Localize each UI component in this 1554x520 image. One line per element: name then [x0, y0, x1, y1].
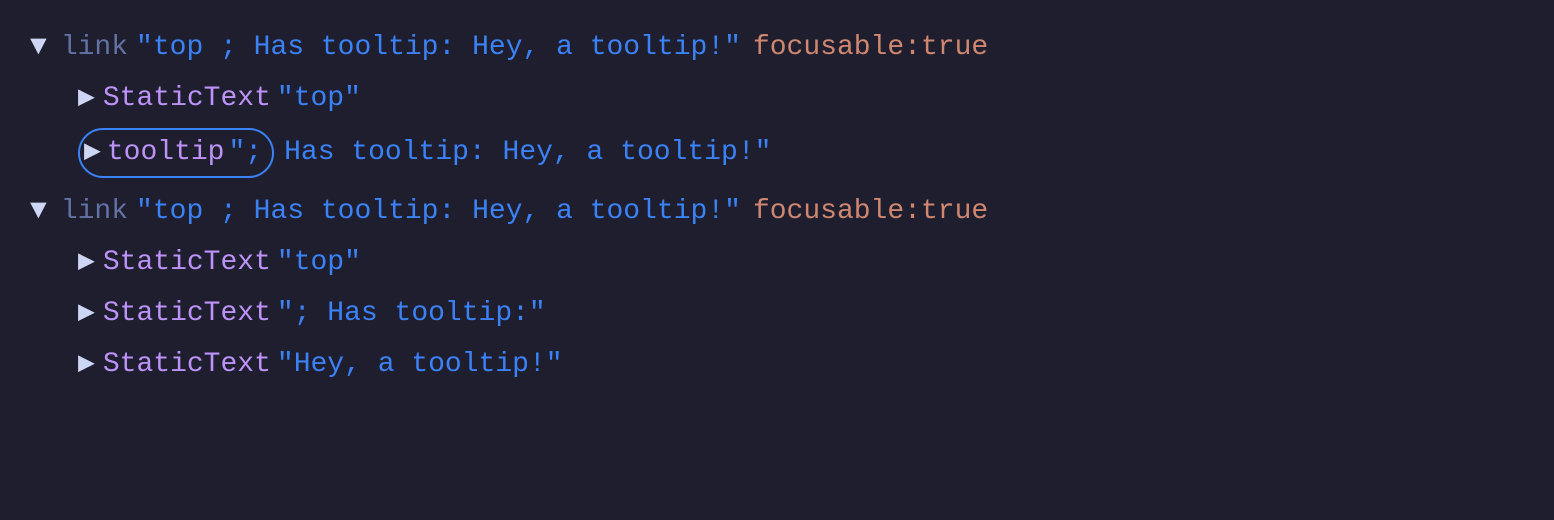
- tree-row-2-2: ▶ StaticText "top": [78, 241, 1524, 286]
- tree-node-2: ▼ link "top ; Has tooltip: Hey, a toolti…: [30, 190, 1524, 235]
- tree-node-1-3: ▶ tooltip "; Has tooltip: Hey, a tooltip…: [30, 128, 1524, 179]
- tooltip-circled-group: ▶ tooltip ";: [78, 128, 274, 179]
- node-value-2-4: "Hey, a tooltip!": [277, 343, 563, 388]
- tree-node-1: ▼ link "top ; Has tooltip: Hey, a toolti…: [30, 26, 1524, 71]
- prop-focusable-2: focusable:: [753, 190, 921, 235]
- node-type-extra: ";: [228, 131, 262, 176]
- tree-row-2-3: ▶ StaticText "; Has tooltip:": [78, 292, 1524, 337]
- node-type-link-2: link: [61, 190, 128, 235]
- prop-value-1: true: [921, 26, 988, 71]
- tree-node-2-3: ▶ StaticText "; Has tooltip:": [30, 292, 1524, 337]
- node-value-1-1: "top ; Has tooltip: Hey, a tooltip!": [136, 26, 741, 71]
- node-value-1-3: Has tooltip: Hey, a tooltip!": [284, 131, 771, 176]
- tree-row-1-1: ▼ link "top ; Has tooltip: Hey, a toolti…: [30, 26, 1524, 71]
- tree-node-2-2: ▶ StaticText "top": [30, 241, 1524, 286]
- node-value-2-3: "; Has tooltip:": [277, 292, 546, 337]
- tree-row-2-1: ▼ link "top ; Has tooltip: Hey, a toolti…: [30, 190, 1524, 235]
- node-value-2-2: "top": [277, 241, 361, 286]
- arrow-right-icon-1-2[interactable]: ▶: [78, 77, 95, 122]
- tree-row-1-2: ▶ StaticText "top": [78, 77, 1524, 122]
- arrow-right-icon-2-4[interactable]: ▶: [78, 343, 95, 388]
- arrow-down-icon-1[interactable]: ▼: [30, 26, 47, 71]
- node-type-tooltip: tooltip: [107, 131, 225, 176]
- tree-node-1-2: ▶ StaticText "top": [30, 77, 1524, 122]
- node-type-static-2-2: StaticText: [103, 241, 271, 286]
- node-type-static-2-4: StaticText: [103, 343, 271, 388]
- arrow-right-icon-2-3[interactable]: ▶: [78, 292, 95, 337]
- accessibility-tree: ▼ link "top ; Has tooltip: Hey, a toolti…: [30, 26, 1524, 388]
- tree-row-2-4: ▶ StaticText "Hey, a tooltip!": [78, 343, 1524, 388]
- arrow-down-icon-2[interactable]: ▼: [30, 190, 47, 235]
- node-type-static-2-3: StaticText: [103, 292, 271, 337]
- tree-row-1-3: ▶ tooltip "; Has tooltip: Hey, a tooltip…: [78, 128, 1524, 179]
- node-type-static-1-2: StaticText: [103, 77, 271, 122]
- tree-node-2-4: ▶ StaticText "Hey, a tooltip!": [30, 343, 1524, 388]
- node-value-1-2: "top": [277, 77, 361, 122]
- node-value-2-1: "top ; Has tooltip: Hey, a tooltip!": [136, 190, 741, 235]
- arrow-right-icon-2-2[interactable]: ▶: [78, 241, 95, 286]
- prop-focusable-1: focusable:: [753, 26, 921, 71]
- arrow-right-icon-1-3[interactable]: ▶: [84, 131, 101, 176]
- node-type-link-1: link: [61, 26, 128, 71]
- prop-value-2: true: [921, 190, 988, 235]
